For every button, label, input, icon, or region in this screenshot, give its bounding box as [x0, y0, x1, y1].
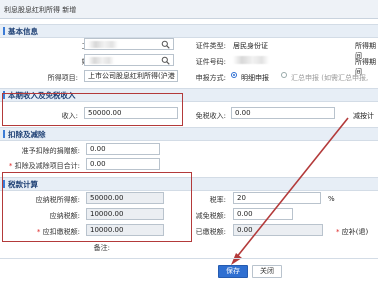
close-button[interactable]: 关闭	[252, 265, 282, 278]
annotation-arrow	[231, 117, 349, 265]
footer-divider	[0, 258, 378, 259]
save-button[interactable]: 保存	[218, 265, 248, 278]
